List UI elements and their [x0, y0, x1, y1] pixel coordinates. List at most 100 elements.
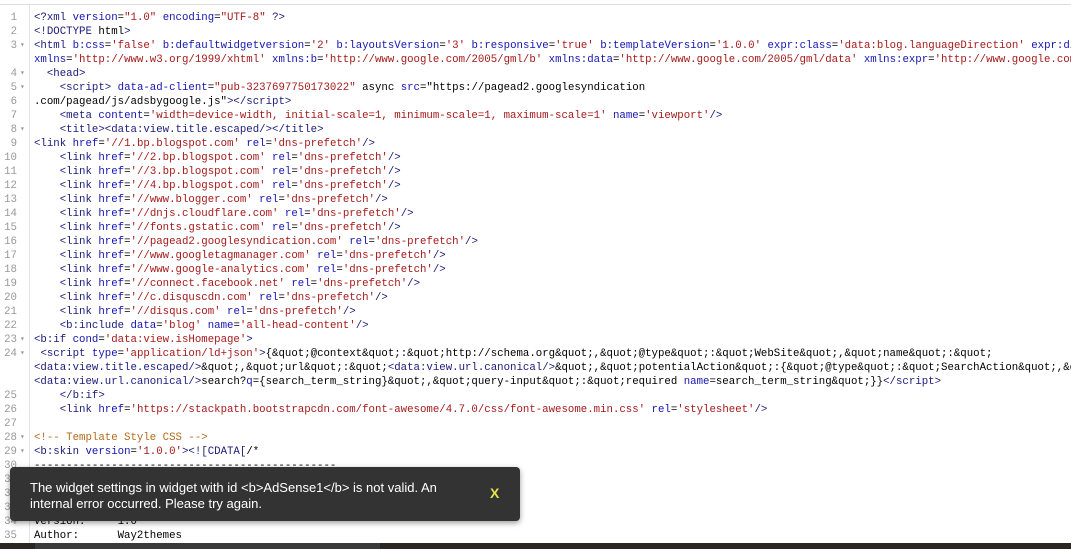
- code-text: <data:view.title.escaped/>&quot;,&quot;u…: [34, 362, 1071, 374]
- code-line[interactable]: 16 <link href='//pagead2.googlesyndicati…: [0, 235, 1071, 249]
- code-text: <b:include data='blog' name='all-head-co…: [59, 320, 369, 332]
- code-text: <?xml version="1.0" encoding="UTF-8" ?>: [34, 12, 285, 24]
- line-number: 18: [4, 264, 17, 276]
- line-number: 4: [10, 68, 17, 80]
- code-line[interactable]: 29 ▾ <b:skin version='1.0.0'><![CDATA[/*: [0, 445, 1071, 459]
- fold-arrow-icon[interactable]: ▾: [20, 123, 25, 137]
- code-line[interactable]: 28 ▾ <!-- Template Style CSS -->: [0, 431, 1071, 445]
- code-line[interactable]: <data:view.url.canonical/>search?q={sear…: [0, 375, 1071, 389]
- code-text: <link href='//2.bp.blogspot.com' rel='dn…: [59, 152, 401, 164]
- line-number: 27: [4, 418, 17, 430]
- line-number: 35: [4, 530, 17, 542]
- line-number: 24: [4, 348, 17, 360]
- code-text: <link href='//fonts.gstatic.com' rel='dn…: [59, 222, 401, 234]
- line-number: 19: [4, 278, 17, 290]
- code-text: <link href='//pagead2.googlesyndication.…: [59, 236, 478, 248]
- fold-arrow-icon[interactable]: ▾: [20, 67, 25, 81]
- line-number: 7: [10, 110, 17, 122]
- code-line[interactable]: 4 ▾ <head>: [0, 67, 1071, 81]
- code-text: <data:view.url.canonical/>search?q={sear…: [34, 376, 942, 388]
- code-editor[interactable]: 1 <?xml version="1.0" encoding="UTF-8" ?>…: [0, 4, 1071, 544]
- code-text: <link href='//connect.facebook.net' rel=…: [59, 278, 421, 290]
- line-number: 12: [4, 180, 17, 192]
- code-text: <link href='//www.google-analytics.com' …: [59, 264, 446, 276]
- code-text: <script type='application/ld+json'>{&quo…: [40, 348, 993, 360]
- code-line[interactable]: 2 <!DOCTYPE html>: [0, 25, 1071, 39]
- code-line[interactable]: 5 ▾ <script> data-ad-client="pub-32376977…: [0, 81, 1071, 95]
- bottom-bar: [0, 543, 1071, 549]
- fold-arrow-icon[interactable]: ▾: [20, 333, 25, 347]
- code-line[interactable]: 20 <link href='//c.disquscdn.com' rel='d…: [0, 291, 1071, 305]
- code-text: <link href='//4.bp.blogspot.com' rel='dn…: [59, 180, 401, 192]
- code-line[interactable]: 35 Author: Way2themes: [0, 529, 1071, 543]
- code-text: <link href='//www.googletagmanager.com' …: [59, 250, 446, 262]
- code-line[interactable]: 24 ▾ <script type='application/ld+json'>{…: [0, 347, 1071, 361]
- code-line[interactable]: 22 <b:include data='blog' name='all-head…: [0, 319, 1071, 333]
- code-line[interactable]: 6 .com/pagead/js/adsbygoogle.js"></script…: [0, 95, 1071, 109]
- code-text: <head>: [46, 68, 86, 80]
- line-number: 21: [4, 306, 17, 318]
- code-line[interactable]: 21 <link href='//disqus.com' rel='dns-pr…: [0, 305, 1071, 319]
- code-text: <b:skin version='1.0.0'><![CDATA[/*: [34, 446, 260, 458]
- fold-arrow-icon[interactable]: ▾: [20, 347, 25, 361]
- code-line[interactable]: 7 <meta content='width=device-width, ini…: [0, 109, 1071, 123]
- line-number: 9: [10, 138, 17, 150]
- line-number: 28: [4, 432, 17, 444]
- code-line[interactable]: 3 ▾ <html b:css='false' b:defaultwidgetver…: [0, 39, 1071, 53]
- toast-close-button[interactable]: X: [490, 485, 499, 501]
- code-text: <!-- Template Style CSS -->: [34, 432, 208, 444]
- line-number: 25: [4, 390, 17, 402]
- code-text: </b:if>: [59, 390, 105, 402]
- line-number: 17: [4, 250, 17, 262]
- code-text: <link href='//c.disquscdn.com' rel='dns-…: [59, 292, 388, 304]
- line-number: 8: [10, 124, 17, 136]
- line-number: 23: [4, 334, 17, 346]
- line-number: 22: [4, 320, 17, 332]
- line-number: 14: [4, 208, 17, 220]
- code-text: <title><data:view.title.escaped/></title…: [59, 124, 324, 136]
- code-line[interactable]: 9 <link href='//1.bp.blogspot.com' rel='d…: [0, 137, 1071, 151]
- code-text: <script> data-ad-client="pub-32376977501…: [59, 82, 646, 94]
- code-line[interactable]: 8 ▾ <title><data:view.title.escaped/></ti…: [0, 123, 1071, 137]
- code-line[interactable]: 13 <link href='//www.blogger.com' rel='d…: [0, 193, 1071, 207]
- code-lines[interactable]: 1 <?xml version="1.0" encoding="UTF-8" ?>…: [0, 11, 1071, 543]
- line-number: 10: [4, 152, 17, 164]
- line-number: 26: [4, 404, 17, 416]
- line-number: 16: [4, 236, 17, 248]
- code-line[interactable]: 12 <link href='//4.bp.blogspot.com' rel=…: [0, 179, 1071, 193]
- code-line[interactable]: 11 <link href='//3.bp.blogspot.com' rel=…: [0, 165, 1071, 179]
- line-number: 15: [4, 222, 17, 234]
- toast-message: The widget settings in widget with id <b…: [30, 480, 437, 511]
- line-number: 5: [10, 82, 17, 94]
- code-text: <link href='//disqus.com' rel='dns-prefe…: [59, 306, 356, 318]
- code-line[interactable]: 17 <link href='//www.googletagmanager.co…: [0, 249, 1071, 263]
- code-line[interactable]: 10 <link href='//2.bp.blogspot.com' rel=…: [0, 151, 1071, 165]
- line-number: 2: [10, 26, 17, 38]
- code-line[interactable]: 23 ▾ <b:if cond='data:view.isHomepage'>: [0, 333, 1071, 347]
- fold-arrow-icon[interactable]: ▾: [20, 39, 25, 53]
- code-line[interactable]: 19 <link href='//connect.facebook.net' r…: [0, 277, 1071, 291]
- code-line[interactable]: 27: [0, 417, 1071, 431]
- code-line[interactable]: 26 <link href='https://stackpath.bootstr…: [0, 403, 1071, 417]
- code-line[interactable]: 25 </b:if>: [0, 389, 1071, 403]
- line-number: 6: [10, 96, 17, 108]
- line-number: 3: [10, 40, 17, 52]
- code-text: Author: Way2themes: [34, 530, 182, 542]
- code-text: <link href='//dnjs.cloudflare.com' rel='…: [59, 208, 414, 220]
- code-line[interactable]: 14 <link href='//dnjs.cloudflare.com' re…: [0, 207, 1071, 221]
- code-text: <html b:css='false' b:defaultwidgetversi…: [34, 40, 1071, 52]
- code-line[interactable]: xmlns='http://www.w3.org/1999/xhtml' xml…: [0, 53, 1071, 67]
- fold-arrow-icon[interactable]: ▾: [20, 431, 25, 445]
- error-toast: The widget settings in widget with id <b…: [10, 467, 520, 521]
- line-number: 20: [4, 292, 17, 304]
- code-line[interactable]: 18 <link href='//www.google-analytics.co…: [0, 263, 1071, 277]
- code-text: <b:if cond='data:view.isHomepage'>: [34, 334, 253, 346]
- code-line[interactable]: 1 <?xml version="1.0" encoding="UTF-8" ?>: [0, 11, 1071, 25]
- code-text: <link href='//1.bp.blogspot.com' rel='dn…: [34, 138, 375, 150]
- fold-arrow-icon[interactable]: ▾: [20, 81, 25, 95]
- code-line[interactable]: 15 <link href='//fonts.gstatic.com' rel=…: [0, 221, 1071, 235]
- line-number: 11: [4, 166, 17, 178]
- fold-arrow-icon[interactable]: ▾: [20, 445, 25, 459]
- code-line[interactable]: <data:view.title.escaped/>&quot;,&quot;u…: [0, 361, 1071, 375]
- line-number: 29: [4, 446, 17, 458]
